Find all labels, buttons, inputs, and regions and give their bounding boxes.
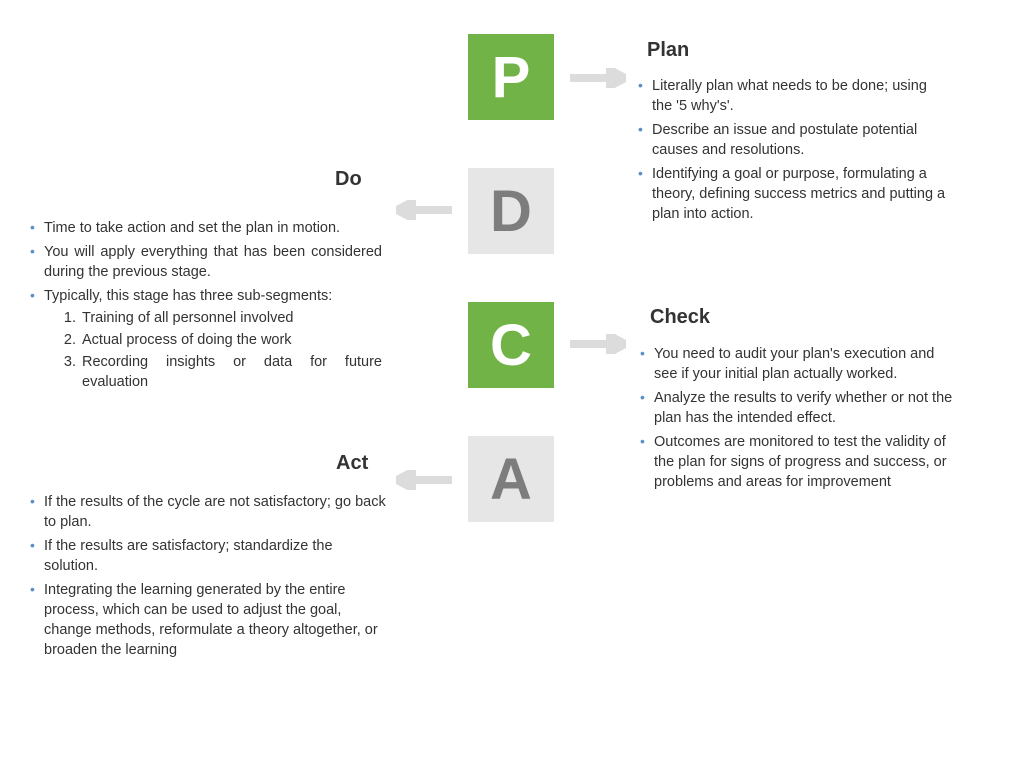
- do-item: Typically, this stage has three sub-segm…: [30, 286, 382, 392]
- plan-item: Identifying a goal or purpose, formulati…: [638, 164, 948, 224]
- check-item: Outcomes are monitored to test the valid…: [640, 432, 958, 492]
- do-item-text: Typically, this stage has three sub-segm…: [44, 288, 332, 304]
- bullets-plan: Literally plan what needs to be done; us…: [638, 76, 948, 228]
- tile-c-letter: C: [490, 312, 532, 379]
- check-item: Analyze the results to verify whether or…: [640, 388, 958, 428]
- title-check: Check: [650, 306, 710, 329]
- do-item: You will apply everything that has been …: [30, 242, 382, 282]
- bullets-act: If the results of the cycle are not sati…: [30, 492, 386, 664]
- title-plan: Plan: [647, 39, 689, 62]
- act-item: If the results are satisfactory; standar…: [30, 536, 386, 576]
- do-sub-item: Training of all personnel involved: [80, 308, 382, 328]
- act-item: If the results of the cycle are not sati…: [30, 492, 386, 532]
- tile-a-letter: A: [490, 446, 532, 513]
- tile-d-letter: D: [490, 178, 532, 245]
- tile-p-letter: P: [492, 44, 531, 111]
- bullets-check: You need to audit your plan's execution …: [640, 344, 958, 496]
- bullets-do: Time to take action and set the plan in …: [30, 218, 382, 396]
- plan-item: Describe an issue and postulate potentia…: [638, 120, 948, 160]
- do-item: Time to take action and set the plan in …: [30, 218, 382, 238]
- tile-c: C: [468, 302, 554, 388]
- title-act: Act: [336, 452, 368, 475]
- arrow-check: [570, 334, 626, 354]
- arrow-do: [396, 200, 452, 220]
- arrow-plan: [570, 68, 626, 88]
- arrow-act: [396, 470, 452, 490]
- tile-a: A: [468, 436, 554, 522]
- plan-item: Literally plan what needs to be done; us…: [638, 76, 948, 116]
- do-sub-item: Recording insights or data for future ev…: [80, 352, 382, 392]
- check-item: You need to audit your plan's execution …: [640, 344, 958, 384]
- tile-p: P: [468, 34, 554, 120]
- act-item: Integrating the learning generated by th…: [30, 580, 386, 660]
- title-do: Do: [335, 168, 362, 191]
- do-sub-item: Actual process of doing the work: [80, 330, 382, 350]
- tile-d: D: [468, 168, 554, 254]
